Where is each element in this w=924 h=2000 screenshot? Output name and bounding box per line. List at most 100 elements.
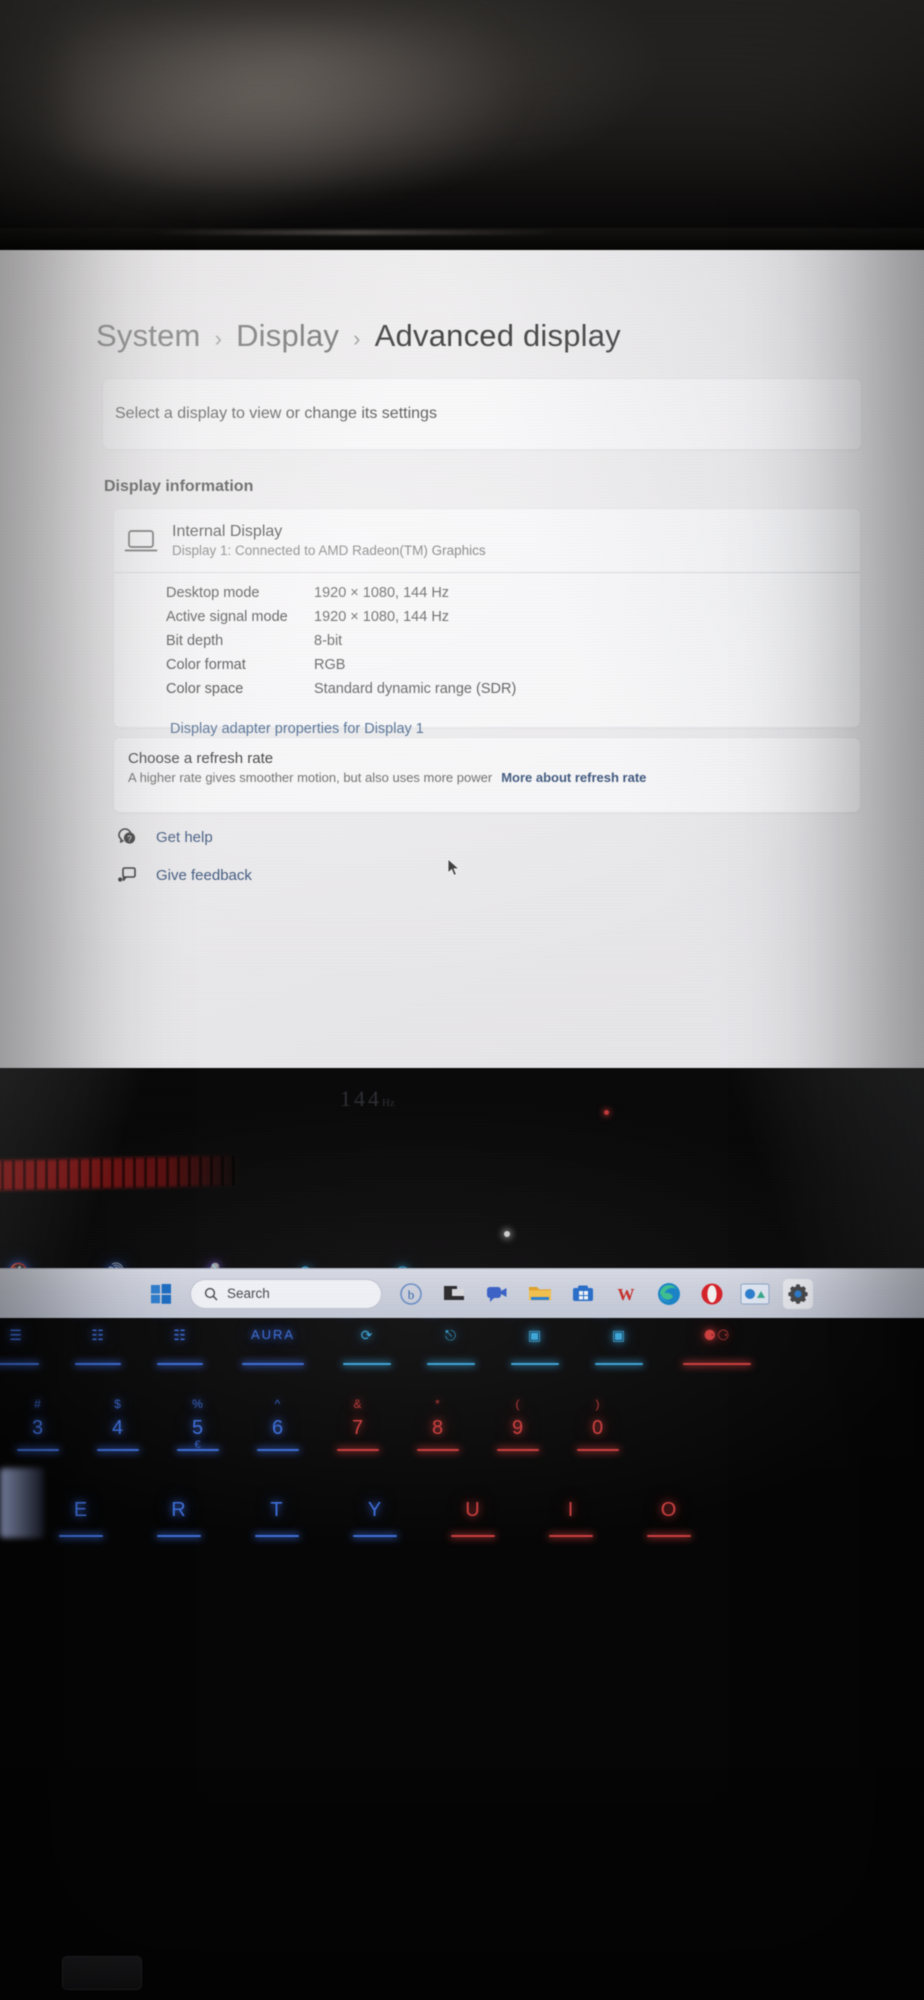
key-7-sup: & xyxy=(353,1397,363,1411)
chat-icon[interactable] xyxy=(482,1279,512,1309)
key-o[interactable]: O xyxy=(640,1483,698,1541)
select-display-card[interactable]: Select a display to view or change its s… xyxy=(102,378,862,450)
key-f8[interactable]: F8 ▣ xyxy=(588,1309,650,1369)
key-f9[interactable]: ⚈⚆ xyxy=(672,1323,762,1369)
key-3[interactable]: # 3 xyxy=(10,1393,66,1455)
spec-value: 8-bit xyxy=(314,633,343,649)
spec-value: RGB xyxy=(314,657,346,673)
key-4-glyph: 4 xyxy=(111,1417,125,1439)
display-information-card: Internal Display Display 1: Connected to… xyxy=(113,508,861,737)
refresh-rate-badge-unit: Hz xyxy=(382,1097,395,1109)
key-f5[interactable]: F5 ⟳ xyxy=(336,1309,398,1369)
feedback-icon xyxy=(116,864,138,886)
spec-value: Standard dynamic range (SDR) xyxy=(314,681,517,697)
key-5[interactable]: % 5 € xyxy=(170,1393,226,1455)
spec-value: 1920 × 1080, 144 Hz xyxy=(314,609,450,625)
refresh-rate-badge: 144Hz xyxy=(340,1086,395,1112)
search-input[interactable]: Search xyxy=(190,1278,382,1309)
key-6-glyph: 6 xyxy=(271,1417,285,1439)
key-f3[interactable]: F3 ☷ xyxy=(150,1309,210,1369)
key-u-glyph: U xyxy=(465,1499,481,1521)
key-r[interactable]: R xyxy=(150,1483,208,1541)
refresh-rate-description: A higher rate gives smoother motion, but… xyxy=(128,770,493,785)
display-information-heading: Display information xyxy=(104,478,254,495)
key-t[interactable]: T xyxy=(248,1483,306,1541)
breadcrumb-separator-1: › xyxy=(214,326,223,351)
breadcrumb: System › Display › Advanced display xyxy=(96,318,621,354)
laptop-keyboard: 144Hz 🔇 🔊 🎤 ⟳ ◉ xyxy=(0,1068,924,2000)
key-f1[interactable]: F1 ☰ xyxy=(0,1309,46,1369)
settings-gear-icon[interactable] xyxy=(783,1278,813,1309)
refresh-rate-badge-value: 144 xyxy=(340,1086,382,1111)
svg-text:W: W xyxy=(618,1285,635,1304)
breadcrumb-display[interactable]: Display xyxy=(236,318,339,354)
key-8-glyph: 8 xyxy=(431,1417,445,1439)
help-links: ? Get help Give feedback xyxy=(116,818,252,894)
display-device-subtitle: Display 1: Connected to AMD Radeon(TM) G… xyxy=(172,543,486,558)
key-4[interactable]: $ 4 xyxy=(90,1393,146,1455)
spec-key: Color format xyxy=(166,657,246,673)
keyboard-red-led xyxy=(604,1110,609,1115)
media-app-icon[interactable] xyxy=(740,1279,770,1309)
key-0-sup: ) xyxy=(595,1397,601,1411)
task-view-icon[interactable] xyxy=(439,1279,469,1309)
search-placeholder: Search xyxy=(227,1286,270,1301)
key-9-sup: ( xyxy=(515,1397,521,1411)
microsoft-store-icon[interactable] xyxy=(568,1279,598,1309)
key-y-glyph: Y xyxy=(367,1499,383,1521)
key-7-glyph: 7 xyxy=(351,1417,365,1439)
key-u[interactable]: U xyxy=(444,1483,502,1541)
bezel-sheen xyxy=(150,230,560,235)
wps-office-icon[interactable]: W xyxy=(611,1279,641,1309)
key-e-glyph: E xyxy=(73,1499,89,1521)
key-o-glyph: O xyxy=(660,1499,678,1521)
keyboard-status-led xyxy=(504,1231,510,1237)
key-t-glyph: T xyxy=(270,1499,284,1521)
get-help-link[interactable]: ? Get help xyxy=(116,818,252,856)
microsoft-edge-icon[interactable] xyxy=(654,1279,684,1309)
give-feedback-label: Give feedback xyxy=(156,866,252,884)
svg-text:b: b xyxy=(408,1287,415,1302)
key-f7[interactable]: F7 ▣ xyxy=(504,1309,566,1369)
keyboard-bottom-key[interactable] xyxy=(62,1956,142,1990)
refresh-rate-title: Choose a refresh rate xyxy=(128,750,274,767)
key-0[interactable]: ) 0 xyxy=(570,1393,626,1455)
give-feedback-link[interactable]: Give feedback xyxy=(116,856,252,894)
opera-browser-icon[interactable] xyxy=(697,1279,727,1309)
keyboard-function-row: F1 ☰ F2 ☷ F3 ☷ AURA F5 ⟳ xyxy=(0,1309,762,1369)
key-8[interactable]: * 8 xyxy=(410,1393,466,1455)
key-i-glyph: I xyxy=(567,1499,575,1521)
keyboard-red-light-strip-slats xyxy=(0,1155,240,1191)
key-7[interactable]: & 7 xyxy=(330,1393,386,1455)
windows-taskbar: Search b W xyxy=(0,1268,924,1318)
more-about-refresh-rate-link[interactable]: More about refresh rate xyxy=(501,770,646,785)
table-row: Color format RGB xyxy=(166,657,860,681)
key-9[interactable]: ( 9 xyxy=(490,1393,546,1455)
key-f6[interactable]: F6 ⎋ xyxy=(420,1309,482,1369)
spec-key: Color space xyxy=(166,681,244,697)
key-6[interactable]: ^ 6 xyxy=(250,1393,306,1455)
copilot-icon[interactable]: b xyxy=(396,1279,426,1309)
display-adapter-properties-link[interactable]: Display adapter properties for Display 1 xyxy=(170,721,860,737)
key-e[interactable]: E xyxy=(52,1483,110,1541)
key-4-sup: $ xyxy=(114,1397,122,1411)
file-explorer-icon[interactable] xyxy=(525,1279,555,1309)
key-aura[interactable]: AURA xyxy=(232,1323,314,1369)
key-f2[interactable]: F2 ☷ xyxy=(68,1309,128,1369)
search-icon xyxy=(204,1287,218,1301)
svg-text:?: ? xyxy=(127,834,132,843)
laptop-photo: System › Display › Advanced display Sele… xyxy=(0,0,924,2000)
keyboard-edge-glow xyxy=(0,1468,44,1538)
spec-key: Active signal mode xyxy=(166,609,288,625)
table-row: Color space Standard dynamic range (SDR) xyxy=(166,681,860,705)
choose-refresh-rate-card[interactable]: Choose a refresh rate A higher rate give… xyxy=(113,737,861,813)
key-i[interactable]: I xyxy=(542,1483,600,1541)
taskbar-icons: b W xyxy=(396,1278,813,1309)
key-3-sup: # xyxy=(34,1397,42,1411)
breadcrumb-system[interactable]: System xyxy=(96,318,201,354)
key-y[interactable]: Y xyxy=(346,1483,404,1541)
spec-value: 1920 × 1080, 144 Hz xyxy=(314,585,450,601)
key-3-glyph: 3 xyxy=(31,1417,45,1439)
keyboard-number-row: # 3 $ 4 % 5 € ^ 6 & 7 * 8 (9) 0 xyxy=(10,1393,626,1455)
windows-start-icon[interactable] xyxy=(148,1281,174,1307)
